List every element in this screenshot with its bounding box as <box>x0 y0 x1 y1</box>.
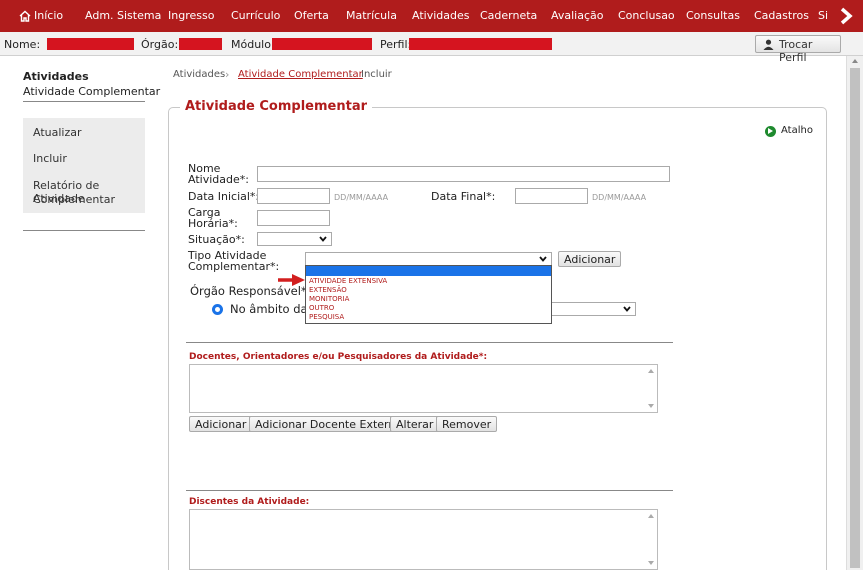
dropdown-option-pesquisa[interactable]: PESQUISA <box>309 313 344 321</box>
data-final-label: Data Final*: <box>431 190 496 203</box>
ambito-radio[interactable] <box>212 304 223 315</box>
nav-si[interactable]: Si <box>818 9 828 22</box>
top-nav: Início Adm. Sistema Ingresso Currículo O… <box>0 0 863 32</box>
nome-atividade-label-cont: Atividade*: <box>188 173 249 186</box>
carga-horaria-input[interactable] <box>257 210 330 226</box>
form-legend: Atividade Complementar <box>180 99 372 114</box>
data-final-input[interactable] <box>515 188 588 204</box>
dropdown-option-outro[interactable]: OUTRO <box>309 304 334 312</box>
nav-caderneta[interactable]: Caderneta <box>480 9 537 22</box>
nav-matricula[interactable]: Matrícula <box>346 9 397 22</box>
atalho-icon[interactable] <box>765 126 776 137</box>
adicionar-docente-button[interactable]: Adicionar <box>189 416 253 432</box>
modulo-redacted <box>272 38 372 50</box>
docentes-list[interactable] <box>189 364 658 413</box>
sidebar-item-atualizar[interactable]: Atualizar <box>33 126 82 139</box>
breadcrumb-separator: › <box>348 68 353 81</box>
perfil-redacted <box>409 38 552 50</box>
scrollbar-thumb[interactable] <box>850 68 860 568</box>
nome-atividade-input[interactable] <box>257 166 670 182</box>
orgao-label: Órgão: <box>141 38 179 51</box>
breadcrumb-incluir: Incluir <box>361 69 392 80</box>
sidebar-divider-bottom <box>23 230 145 231</box>
tipo-atividade-dropdown: ATIVIDADE EXTENSIVA EXTENSÃO MONITORIA O… <box>305 265 552 324</box>
scroll-up-icon[interactable] <box>648 369 654 373</box>
trocar-perfil-label: Trocar Perfil <box>779 38 813 64</box>
nome-label: Nome: <box>4 38 41 51</box>
sidebar-menu: Atualizar Incluir Relatório de Atividade… <box>23 118 145 213</box>
nav-cadastros[interactable]: Cadastros <box>754 9 809 22</box>
dropdown-highlighted-option[interactable] <box>306 266 551 276</box>
breadcrumb-separator: › <box>225 68 230 81</box>
situacao-select[interactable] <box>257 232 332 246</box>
adicionar-docente-externo-button[interactable]: Adicionar Docente Externo <box>249 416 409 432</box>
data-inicial-label: Data Inicial*: <box>188 190 260 203</box>
tipo-atividade-select[interactable] <box>305 252 552 266</box>
discentes-list[interactable] <box>189 509 658 570</box>
dropdown-option-monitoria[interactable]: MONITORIA <box>309 295 349 303</box>
sidebar-title: Atividades <box>23 70 89 83</box>
breadcrumb-atividades[interactable]: Atividades <box>173 69 225 80</box>
nav-conclusao[interactable]: Conclusao <box>618 9 675 22</box>
scroll-up-icon[interactable] <box>648 514 654 518</box>
nav-atividades[interactable]: Atividades <box>412 9 469 22</box>
user-icon <box>763 39 774 50</box>
user-info-bar: Nome: Órgão: Módulo: Perfil: Trocar Perf… <box>0 32 863 64</box>
scroll-down-icon[interactable] <box>648 404 654 408</box>
carga-horaria-label-cont: Horária*: <box>188 217 238 230</box>
data-final-format-hint: DD/MM/AAAA <box>592 193 647 202</box>
nav-curriculo[interactable]: Currículo <box>231 9 280 22</box>
tipo-atividade-label-cont: Complementar*: <box>188 260 280 273</box>
dropdown-option-atividade-extensiva[interactable]: ATIVIDADE EXTENSIVA <box>309 277 387 285</box>
page-scrollbar[interactable] <box>846 56 863 570</box>
sidebar-item-incluir[interactable]: Incluir <box>33 152 67 165</box>
sidebar-divider <box>23 101 145 102</box>
atalho-link[interactable]: Atalho <box>781 125 813 136</box>
nav-oferta[interactable]: Oferta <box>294 9 329 22</box>
nav-adm-sistema[interactable]: Adm. Sistema <box>85 9 161 22</box>
data-inicial-format-hint: DD/MM/AAAA <box>334 193 389 202</box>
sidebar-item-relatorio-cont[interactable]: Complementar <box>33 193 115 206</box>
discentes-title: Discentes da Atividade: <box>189 497 310 507</box>
docentes-divider <box>186 342 673 343</box>
chevron-down-icon <box>539 256 547 262</box>
orgao-redacted <box>179 38 222 50</box>
home-icon[interactable] <box>19 10 31 22</box>
adicionar-tipo-button[interactable]: Adicionar <box>558 251 622 267</box>
nav-consultas[interactable]: Consultas <box>686 9 740 22</box>
breadcrumb-atividade-complementar[interactable]: Atividade Complementar <box>238 69 363 80</box>
nav-inicio[interactable]: Início <box>34 9 63 22</box>
remover-docente-button[interactable]: Remover <box>436 416 498 432</box>
scroll-up-icon[interactable] <box>852 59 858 63</box>
ambito-radio-label: No âmbito da i <box>230 302 315 316</box>
chevron-right-icon[interactable] <box>836 6 856 26</box>
docentes-title: Docentes, Orientadores e/ou Pesquisadore… <box>189 352 488 362</box>
nome-redacted <box>47 38 134 50</box>
annotation-arrow-icon <box>278 274 305 286</box>
chevron-down-icon <box>623 306 631 312</box>
sidebar-subtitle: Atividade Complementar <box>23 85 161 98</box>
data-inicial-input[interactable] <box>257 188 330 204</box>
alterar-docente-button[interactable]: Alterar <box>390 416 440 432</box>
situacao-label: Situação*: <box>188 233 245 246</box>
chevron-down-icon <box>319 236 327 242</box>
orgao-responsavel-label: Órgão Responsável*: <box>190 284 311 298</box>
nav-ingresso[interactable]: Ingresso <box>168 9 214 22</box>
dropdown-option-extensao[interactable]: EXTENSÃO <box>309 286 347 294</box>
scroll-down-icon[interactable] <box>648 561 654 565</box>
nav-avaliacao[interactable]: Avaliação <box>551 9 604 22</box>
discentes-divider <box>186 490 673 491</box>
modulo-label: Módulo: <box>231 38 275 51</box>
perfil-label: Perfil: <box>380 38 412 51</box>
trocar-perfil-button[interactable]: Trocar Perfil <box>755 35 841 64</box>
orgao-select[interactable] <box>545 302 636 316</box>
